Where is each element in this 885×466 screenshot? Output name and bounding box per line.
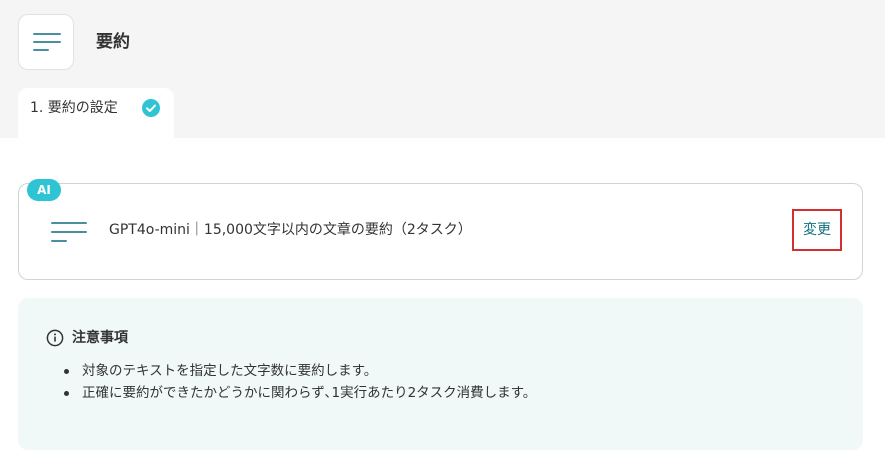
notice-box: 注意事項 対象のテキストを指定した文字数に要約します。 正確に要約ができたかどう… (18, 298, 863, 450)
tab-summary-settings[interactable]: 1. 要約の設定 (18, 88, 174, 138)
notice-list: 対象のテキストを指定した文字数に要約します。 正確に要約ができたかどうかに関わら… (64, 360, 536, 404)
info-icon (46, 329, 64, 347)
page-title: 要約 (96, 32, 130, 52)
notice-title: 注意事項 (72, 330, 128, 346)
ai-badge: AI (27, 179, 61, 201)
summary-lines-icon (51, 219, 89, 245)
change-button[interactable]: 変更 (792, 209, 842, 251)
ai-model-description: GPT4o-mini｜15,000文字以内の文章の要約（2タスク） (109, 222, 472, 238)
header-area: 要約 1. 要約の設定 (0, 0, 885, 138)
menu-lines-icon (18, 14, 74, 70)
ai-setting-card: AI GPT4o-mini｜15,000文字以内の文章の要約（2タスク） 変更 (18, 179, 863, 280)
list-item: 正確に要約ができたかどうかに関わらず､1実行あたり2タスク消費します。 (64, 382, 536, 404)
check-circle-icon (142, 99, 160, 117)
list-item: 対象のテキストを指定した文字数に要約します。 (64, 360, 536, 382)
tab-label: 1. 要約の設定 (30, 100, 118, 116)
